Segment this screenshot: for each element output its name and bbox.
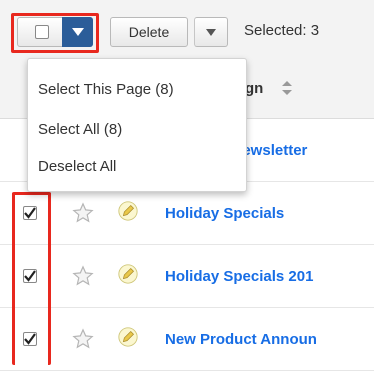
pencil-icon[interactable] [117, 326, 139, 348]
star-icon[interactable] [72, 202, 94, 224]
pencil-icon[interactable] [117, 200, 139, 222]
caret-down-icon [206, 28, 216, 36]
record-name-link[interactable]: New Product Announ [165, 308, 317, 370]
delete-button[interactable]: Delete [110, 17, 188, 47]
sort-icon[interactable] [282, 81, 292, 95]
checkbox-column-highlight [12, 192, 51, 365]
list-toolbar: Delete Selected: 3 [0, 0, 374, 61]
actions-dropdown-toggle[interactable] [194, 17, 228, 47]
selected-count: Selected: 3 [244, 22, 320, 39]
table-row: Holiday Specials 201 [0, 245, 374, 308]
mass-select-menu: Select This Page (8) Select All (8) Dese… [27, 58, 247, 192]
star-icon[interactable] [72, 328, 94, 350]
pencil-icon[interactable] [117, 263, 139, 285]
table-row: New Product Announ [0, 308, 374, 371]
column-header-name[interactable]: gn [245, 80, 263, 97]
star-icon[interactable] [72, 265, 94, 287]
delete-button-label: Delete [128, 24, 170, 40]
menu-item-deselect-all[interactable]: Deselect All [38, 158, 116, 175]
record-name-link[interactable]: Holiday Specials 201 [165, 245, 313, 307]
mass-select-highlight [11, 13, 99, 53]
menu-item-select-this-page[interactable]: Select This Page (8) [38, 81, 174, 98]
menu-item-select-all[interactable]: Select All (8) [38, 121, 122, 138]
